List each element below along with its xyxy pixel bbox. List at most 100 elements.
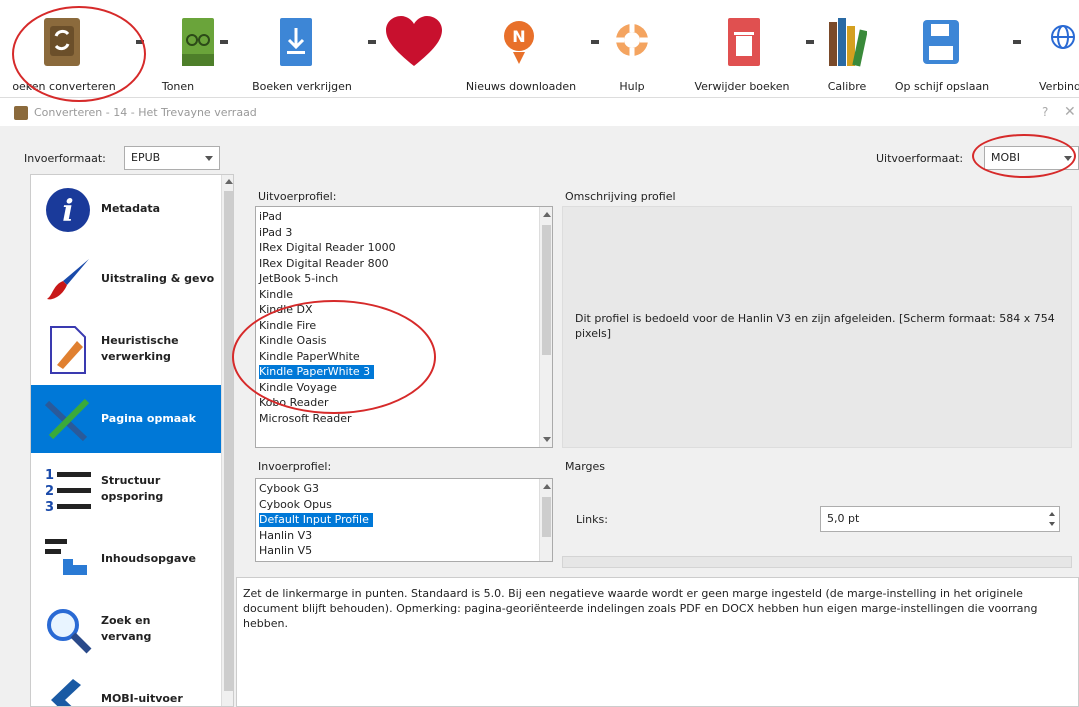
convert-books-button[interactable]: oeken converteren bbox=[0, 0, 144, 98]
list-item[interactable]: Kindle Voyage bbox=[259, 381, 337, 395]
scroll-up-icon[interactable] bbox=[543, 212, 551, 217]
main-toolbar: oeken converteren Tonen Boeken verkrijge… bbox=[0, 0, 1079, 98]
list-item[interactable]: Kindle Oasis bbox=[259, 334, 326, 348]
list-item[interactable]: Kindle PaperWhite bbox=[259, 350, 360, 364]
svg-text:2: 2 bbox=[45, 484, 54, 499]
scroll-up-icon[interactable] bbox=[225, 179, 233, 184]
svg-text:1: 1 bbox=[45, 468, 54, 483]
remove-books-button[interactable]: Verwijder boeken bbox=[680, 0, 814, 98]
donate-heart-icon bbox=[386, 16, 442, 66]
toolbar-label: Tonen bbox=[161, 80, 195, 93]
sidebar-item-label: Structuur opsporing bbox=[101, 474, 164, 503]
help-button[interactable]: Hulp bbox=[598, 0, 668, 98]
screenshot-root: oeken converteren Tonen Boeken verkrijge… bbox=[0, 0, 1079, 707]
news-icon: N bbox=[504, 21, 534, 64]
list-item[interactable]: IRex Digital Reader 800 bbox=[259, 257, 389, 271]
spin-up-icon[interactable] bbox=[1049, 512, 1055, 516]
list-item[interactable]: Hanlin V3 bbox=[259, 529, 312, 543]
left-margin-value: 5,0 pt bbox=[827, 512, 860, 525]
scrollbar-thumb[interactable] bbox=[224, 191, 233, 691]
toc-icon bbox=[45, 539, 87, 575]
chevron-down-icon[interactable] bbox=[136, 40, 144, 44]
dialog-title: Converteren - 14 - Het Trevayne verraad bbox=[34, 106, 257, 119]
svg-text:3: 3 bbox=[45, 500, 54, 515]
mobi-chevron-icon bbox=[51, 679, 81, 706]
option-help-text: Zet de linkermarge in punten. Standaard … bbox=[236, 577, 1079, 707]
list-item[interactable]: Kobo Reader bbox=[259, 396, 329, 410]
sidebar-scrollbar[interactable] bbox=[221, 175, 233, 706]
svg-text:N: N bbox=[512, 27, 525, 46]
sidebar-item-heuristics[interactable]: Heuristische verwerking bbox=[31, 315, 221, 383]
list-item[interactable]: iPad bbox=[259, 210, 282, 224]
sidebar-item-table-of-contents[interactable]: Inhoudsopgave bbox=[31, 525, 221, 593]
get-books-icon bbox=[280, 18, 312, 66]
scroll-up-icon[interactable] bbox=[543, 484, 551, 489]
list-item[interactable]: Hanlin V5 bbox=[259, 544, 312, 558]
magnifier-icon bbox=[47, 609, 92, 654]
sidebar-item-label: Pagina opmaak bbox=[101, 412, 196, 425]
toolbar-label: Boeken verkrijgen bbox=[252, 80, 352, 93]
chevron-down-icon[interactable] bbox=[220, 40, 228, 44]
output-format-select[interactable]: MOBI bbox=[984, 146, 1079, 170]
sidebar-item-metadata[interactable]: i Metadata bbox=[31, 175, 221, 243]
page-setup-tools-icon bbox=[44, 398, 90, 442]
list-item[interactable]: Cybook G3 bbox=[259, 482, 319, 496]
output-profile-scrollbar[interactable] bbox=[539, 207, 552, 447]
get-books-button[interactable]: Boeken verkrijgen bbox=[240, 0, 376, 98]
spin-down-icon[interactable] bbox=[1049, 522, 1055, 526]
calibre-library-button[interactable]: Calibre bbox=[815, 0, 885, 98]
list-item[interactable]: JetBook 5-inch bbox=[259, 272, 338, 286]
view-button[interactable]: Tonen bbox=[150, 0, 230, 98]
input-profile-scrollbar[interactable] bbox=[539, 479, 552, 561]
toolbar-label: Verbind bbox=[1039, 80, 1079, 93]
list-item[interactable]: IRex Digital Reader 1000 bbox=[259, 241, 396, 255]
document-pen-icon bbox=[50, 326, 86, 374]
help-icon[interactable]: ? bbox=[1042, 105, 1048, 119]
toolbar-label: oeken converteren bbox=[12, 80, 116, 93]
library-icon bbox=[829, 18, 867, 67]
margins-hscrollbar[interactable] bbox=[562, 556, 1072, 568]
list-item[interactable]: Kindle DX bbox=[259, 303, 313, 317]
scroll-down-icon[interactable] bbox=[543, 437, 551, 442]
convert-books-icon bbox=[44, 18, 80, 66]
output-format-label: Uitvoerformaat: bbox=[876, 152, 964, 165]
profile-description-label: Omschrijving profiel bbox=[565, 190, 676, 203]
profile-description-box: Dit profiel is bedoeld voor de Hanlin V3… bbox=[562, 206, 1072, 448]
dialog-titlebar: Converteren - 14 - Het Trevayne verraad … bbox=[0, 98, 1079, 126]
fetch-news-button[interactable]: N Nieuws downloaden bbox=[455, 0, 599, 98]
list-item[interactable]: Cybook Opus bbox=[259, 498, 332, 512]
input-profile-label: Invoerprofiel: bbox=[258, 460, 332, 473]
chevron-down-icon[interactable] bbox=[368, 40, 376, 44]
close-icon[interactable]: ✕ bbox=[1064, 104, 1076, 120]
input-format-select[interactable]: EPUB bbox=[124, 146, 220, 170]
list-item[interactable]: Default Input Profile bbox=[259, 513, 373, 527]
sidebar-item-label: Metadata bbox=[101, 202, 161, 215]
settings-sidebar: i Metadata Uitstraling & gevo Heuristisc… bbox=[30, 174, 234, 707]
output-profile-list[interactable]: iPad iPad 3 IRex Digital Reader 1000 IRex D… bbox=[255, 206, 553, 448]
list-item[interactable]: Kindle PaperWhite 3 bbox=[259, 365, 375, 379]
left-margin-spinbox[interactable]: 5,0 pt bbox=[820, 506, 1060, 532]
connect-globe-icon bbox=[1051, 25, 1075, 49]
help-lifebuoy-icon bbox=[616, 24, 648, 56]
save-to-disk-button[interactable]: Op schijf opslaan bbox=[885, 0, 1021, 98]
sidebar-item-mobi-output[interactable]: MOBI-uitvoer bbox=[31, 665, 221, 706]
numbered-list-icon: 1 2 3 bbox=[45, 468, 91, 515]
input-profile-list[interactable]: Cybook G3 Cybook Opus Default Input Profil… bbox=[255, 478, 553, 562]
sidebar-item-look-and-feel[interactable]: Uitstraling & gevo bbox=[31, 245, 221, 313]
info-icon: i bbox=[46, 188, 90, 232]
sidebar-item-label: MOBI-uitvoer bbox=[101, 692, 183, 705]
list-item[interactable]: Kindle Fire bbox=[259, 319, 316, 333]
scrollbar-thumb[interactable] bbox=[542, 225, 551, 355]
list-item[interactable]: Kindle bbox=[259, 288, 293, 302]
chevron-down-icon[interactable] bbox=[806, 40, 814, 44]
scrollbar-thumb[interactable] bbox=[542, 497, 551, 537]
list-item[interactable]: Microsoft Reader bbox=[259, 412, 352, 426]
chevron-down-icon[interactable] bbox=[1013, 40, 1021, 44]
sidebar-item-structure-detection[interactable]: 1 2 3 Structuur opsporing bbox=[31, 455, 221, 523]
list-item[interactable]: iPad 3 bbox=[259, 226, 292, 240]
remove-books-icon bbox=[728, 18, 760, 66]
sidebar-item-page-setup[interactable]: Pagina opmaak bbox=[31, 385, 221, 453]
connect-share-button[interactable]: Verbind bbox=[1030, 0, 1079, 98]
donate-button[interactable] bbox=[380, 0, 450, 98]
sidebar-item-search-replace[interactable]: Zoek en vervang bbox=[31, 595, 221, 663]
